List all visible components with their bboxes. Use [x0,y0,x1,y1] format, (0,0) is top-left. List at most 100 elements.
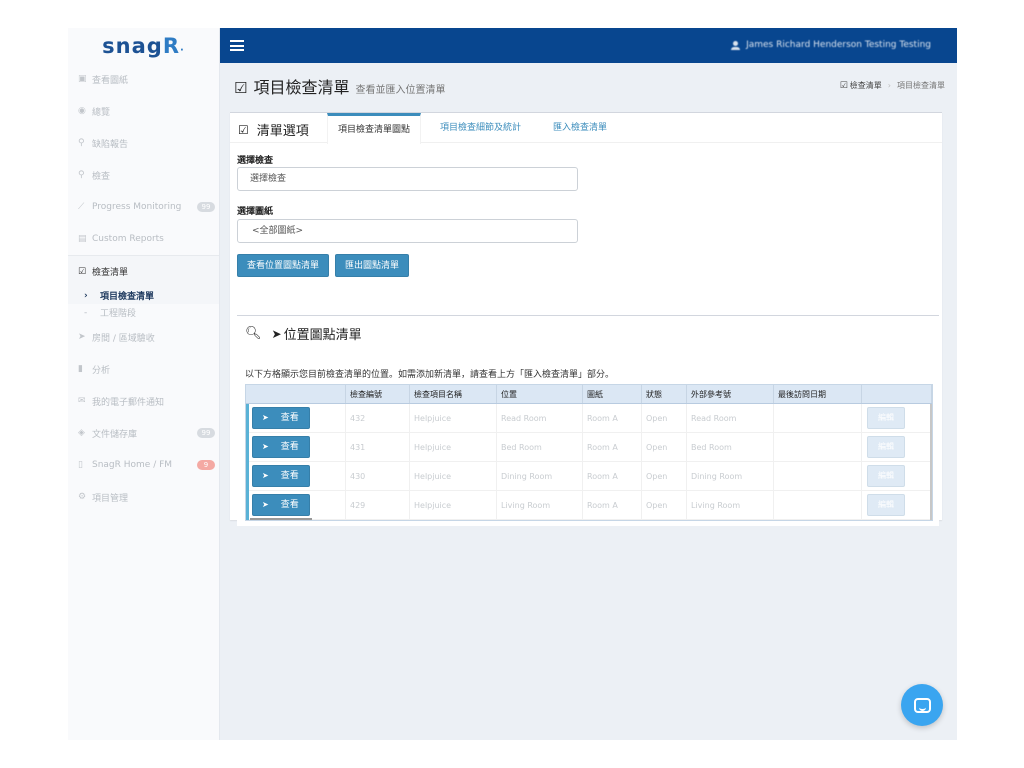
sidebar-item-0[interactable]: ▣ 查看圖紙 [68,63,219,95]
table-cell: Dining Room [497,462,583,490]
edit-button[interactable]: 編輯 [867,465,905,487]
user-menu[interactable]: James Richard Henderson Testing Testing [731,40,931,50]
chevron-right-icon: › [84,290,88,301]
sidebar-item-9[interactable]: ✉ 我的電子郵件通知 [68,385,219,417]
table-row: ➤ 查看 431 Helpjuice Bed Room Room A Open Bed Roo… [246,433,932,462]
tab-import-checklist[interactable]: 匯入檢查清單 [543,113,617,144]
dashboard-icon: ◉ [78,106,86,116]
tab-checklist-points[interactable]: 項目檢查清單圖點 [327,113,422,144]
horizontal-scrollbar[interactable] [250,518,312,520]
top-navbar: James Richard Henderson Testing Testing [220,28,957,63]
table-cell: Open [642,491,687,519]
location-arrow-icon: ➤ [262,413,269,422]
table-cell: Open [642,404,687,432]
tab-checklist-details[interactable]: 項目檢查細節及統計 [430,113,531,144]
envelope-icon: ✉ [78,396,86,406]
location-points-table: 檢查編號 檢查項目名稱 位置 圖紙 狀態 外部參考號 最後訪問日期 ➤ 查看 432 Helpju… [245,384,933,521]
export-points-button[interactable]: 匯出圖點清單 [335,254,410,277]
table-cell: Helpjuice [410,433,497,461]
panel-header-text: 清單選項 [256,124,309,139]
table-cell [774,404,862,432]
table-cell: Room A [583,433,642,461]
column-header[interactable]: 外部參考號 [687,385,774,403]
sidebar-item-label: 我的電子郵件通知 [92,397,165,408]
column-header[interactable]: 最後訪問日期 [774,385,862,403]
sidebar-item-label: 總覽 [92,107,111,118]
sidebar-subitem-label: 工程階段 [100,309,137,319]
view-cell: ➤ 查看 [246,433,346,461]
column-header[interactable]: 狀態 [642,385,687,403]
sidebar-item-11[interactable]: ▯ SnagR Home / FM 9 [68,449,219,481]
table-cell: Open [642,433,687,461]
view-location-points-button[interactable]: 查看位置圖點清單 [237,254,330,277]
edit-button[interactable]: 編輯 [867,494,905,516]
sidebar-item-5[interactable]: ▤ Custom Reports [68,223,219,255]
column-header[interactable]: 檢查項目名稱 [410,385,497,403]
location-arrow-icon: ➤ [78,332,86,342]
inspection-label: 選擇檢查 [237,156,274,166]
table-cell [774,491,862,519]
sidebar-item-3[interactable]: ⚲ 檢查 [68,159,219,191]
table-row: ➤ 查看 430 Helpjuice Dining Room Room A Open Dini… [246,462,932,491]
sidebar-item-4[interactable]: ⟋ Progress Monitoring 99 [68,191,219,223]
drawing-select[interactable]: <全部圖紙> [237,219,578,243]
logo[interactable]: snagR· [68,28,219,63]
image-icon: ▣ [78,74,87,84]
location-arrow-icon: ➤ [262,471,269,480]
sidebar-subitem-label: 項目檢查清單 [100,292,155,302]
sidebar-item-6[interactable]: ☑ 檢查清單 [68,255,219,287]
sidebar-item-7[interactable]: ➤ 房間 / 區域驗收 [68,321,219,353]
view-cell: ➤ 查看 [246,462,346,490]
edit-button[interactable]: 編輯 [867,407,905,429]
sidebar-subitem-1[interactable]: - 工程階段 [68,304,219,321]
sidebar-badge: 9 [197,460,215,470]
sidebar-item-label: 分析 [92,365,111,376]
view-button-label: 查看 [280,471,299,481]
sidebar-item-8[interactable]: ▮ 分析 [68,353,219,385]
chevron-right-icon: - [84,307,88,318]
location-arrow-icon: ➤ [271,326,282,341]
edit-cell: 編輯 [862,433,932,461]
sidebar-item-label: Progress Monitoring [92,202,182,212]
map-marker-icon: ⚲ [78,138,85,148]
view-cell: ➤ 查看 [246,404,346,432]
inspection-select[interactable]: 選擇檢查 [237,167,578,191]
column-header[interactable]: 圖紙 [583,385,642,403]
checklist-options-panel: ☑ 清單選項 項目檢查清單圖點 項目檢查細節及統計 匯入檢查清單 選擇檢查 選擇… [230,112,942,526]
view-button[interactable]: ➤ 查看 [252,407,310,429]
sidebar: snagR· ▣ 查看圖紙 ◉ 總覽 ⚲ 缺陷報告 ⚲ 檢查 ⟋ Progress Monitor… [68,28,220,740]
breadcrumb-home[interactable]: 檢查清單 [850,80,882,91]
app-window: snagR· ▣ 查看圖紙 ◉ 總覽 ⚲ 缺陷報告 ⚲ 檢查 ⟋ Progress Monitor… [68,28,957,740]
sidebar-item-label: Custom Reports [92,234,164,244]
location-points-description: 以下方格顯示您目前檢查清單的位置。如需添加新清單，請查看上方「匯入檢查清單」部分… [245,370,615,380]
table-body: ➤ 查看 432 Helpjuice Read Room Room A Open Read R… [246,404,932,520]
sidebar-item-label: 房間 / 區域驗收 [92,333,155,344]
chat-launcher-button[interactable] [901,684,943,726]
table-row: ➤ 查看 432 Helpjuice Read Room Room A Open Read R… [246,404,932,433]
table-cell: 429 [346,491,410,519]
sidebar-item-1[interactable]: ◉ 總覽 [68,95,219,127]
menu-toggle-icon[interactable] [230,40,244,51]
sidebar-item-label: 查看圖紙 [92,75,129,86]
table-cell: Bed Room [497,433,583,461]
view-button[interactable]: ➤ 查看 [252,436,310,458]
sidebar-item-label: 項目管理 [92,493,129,504]
view-button[interactable]: ➤ 查看 [252,494,310,516]
sidebar-item-12[interactable]: ⚙ 項目管理 [68,481,219,513]
column-header[interactable]: 檢查編號 [346,385,410,403]
edit-cell: 編輯 [862,462,932,490]
column-header[interactable]: 位置 [497,385,583,403]
view-button[interactable]: ➤ 查看 [252,465,310,487]
table-cell: 431 [346,433,410,461]
edit-button[interactable]: 編輯 [867,436,905,458]
location-points-box: 🔍︎ ➤ 位置圖點清單 以下方格顯示您目前檢查清單的位置。如需添加新清單，請查看… [237,315,939,526]
column-header[interactable] [862,385,932,403]
sidebar-item-2[interactable]: ⚲ 缺陷報告 [68,127,219,159]
sidebar-subitem-0[interactable]: › 項目檢查清單 [68,287,219,304]
table-cell: Helpjuice [410,491,497,519]
sidebar-item-10[interactable]: ◈ 文件儲存庫 99 [68,417,219,449]
vertical-scrollbar[interactable] [930,404,932,520]
sidebar-item-label: 檢查 [92,171,111,182]
column-header[interactable] [246,385,346,403]
content-header: ☑ 項目檢查清單 查看並匯入位置清單 ☑ 檢查清單 › 項目檢查清單 [220,63,957,103]
